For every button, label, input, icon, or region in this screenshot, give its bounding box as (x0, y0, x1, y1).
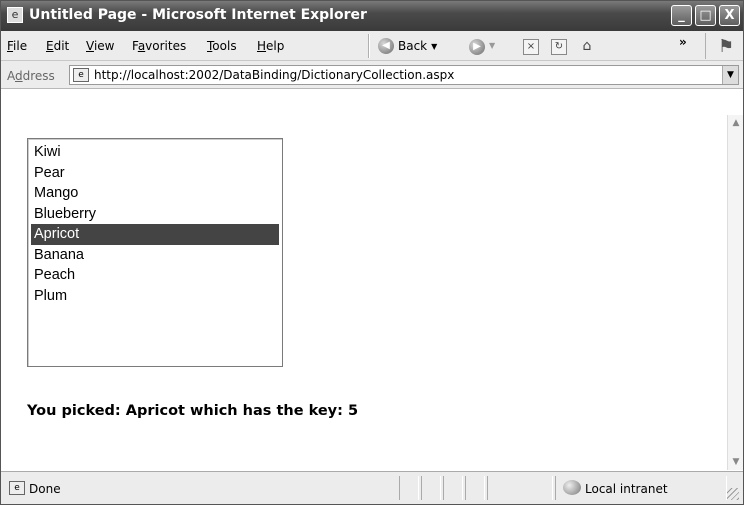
menu-view[interactable]: View (86, 39, 114, 53)
address-url[interactable]: http://localhost:2002/DataBinding/Dictio… (94, 68, 454, 82)
forward-dropdown-icon[interactable]: ▼ (489, 41, 495, 50)
address-bar: Address e http://localhost:2002/DataBind… (1, 62, 743, 89)
back-arrow-icon: ◀ (378, 38, 394, 54)
menu-bar: File Edit View Favorites Tools Help ◀ Ba… (1, 31, 743, 61)
page-icon: e (73, 68, 89, 82)
menu-help[interactable]: Help (257, 39, 284, 53)
fruit-listbox[interactable]: Kiwi Pear Mango Blueberry Apricot Banana… (27, 138, 283, 367)
result-message: You picked: Apricot which has the key: 5 (27, 403, 359, 419)
list-option[interactable]: Blueberry (31, 204, 279, 225)
toolbar-overflow-chevron[interactable]: » (679, 35, 687, 49)
status-pane (421, 476, 441, 500)
toolbar-separator (368, 34, 370, 58)
zone-text: Local intranet (585, 482, 668, 496)
close-button[interactable]: X (719, 5, 740, 26)
address-input[interactable]: e http://localhost:2002/DataBinding/Dict… (69, 65, 739, 85)
scroll-up-icon[interactable]: ▲ (728, 115, 744, 131)
status-text: Done (29, 482, 61, 496)
back-label: Back (398, 39, 428, 53)
list-option-selected[interactable]: Apricot (31, 224, 279, 245)
maximize-button[interactable]: □ (695, 5, 716, 26)
browser-window: e Untitled Page - Microsoft Internet Exp… (0, 0, 744, 505)
menu-file[interactable]: File (7, 39, 27, 53)
menu-favorites[interactable]: Favorites (132, 39, 186, 53)
refresh-icon[interactable]: ↻ (551, 39, 567, 55)
resize-grip[interactable] (727, 488, 739, 500)
status-pane (465, 476, 485, 500)
menu-edit[interactable]: Edit (46, 39, 69, 53)
scroll-down-icon[interactable]: ▼ (728, 454, 744, 470)
list-option[interactable]: Mango (31, 183, 279, 204)
stop-icon[interactable]: × (523, 39, 539, 55)
title-bar: e Untitled Page - Microsoft Internet Exp… (1, 1, 743, 31)
list-option[interactable]: Banana (31, 245, 279, 266)
address-dropdown-icon[interactable]: ▼ (722, 66, 738, 84)
list-option[interactable]: Pear (31, 163, 279, 184)
back-button[interactable]: ◀ Back ▼ (378, 37, 437, 55)
minimize-button[interactable]: _ (671, 5, 692, 26)
address-label: Address (7, 69, 55, 83)
home-icon[interactable]: ⌂ (579, 39, 595, 55)
status-pane (399, 476, 419, 500)
page-status-icon: e (9, 481, 25, 495)
listbox-options: Kiwi Pear Mango Blueberry Apricot Banana… (31, 142, 279, 306)
status-pane (443, 476, 463, 500)
back-dropdown-icon: ▼ (431, 41, 438, 51)
windows-logo: ⚑ (705, 33, 743, 59)
forward-arrow-icon[interactable]: ▶ (469, 39, 485, 55)
intranet-icon (563, 480, 581, 495)
vertical-scrollbar[interactable]: ▲ ▼ (727, 115, 743, 470)
list-option[interactable]: Kiwi (31, 142, 279, 163)
list-option[interactable]: Peach (31, 265, 279, 286)
list-option[interactable]: Plum (31, 286, 279, 307)
ie-page-icon: e (7, 7, 23, 23)
status-bar: e Done Local intranet (1, 471, 743, 504)
status-pane (487, 476, 553, 500)
window-title: Untitled Page - Microsoft Internet Explo… (29, 7, 367, 23)
menu-tools[interactable]: Tools (207, 39, 237, 53)
